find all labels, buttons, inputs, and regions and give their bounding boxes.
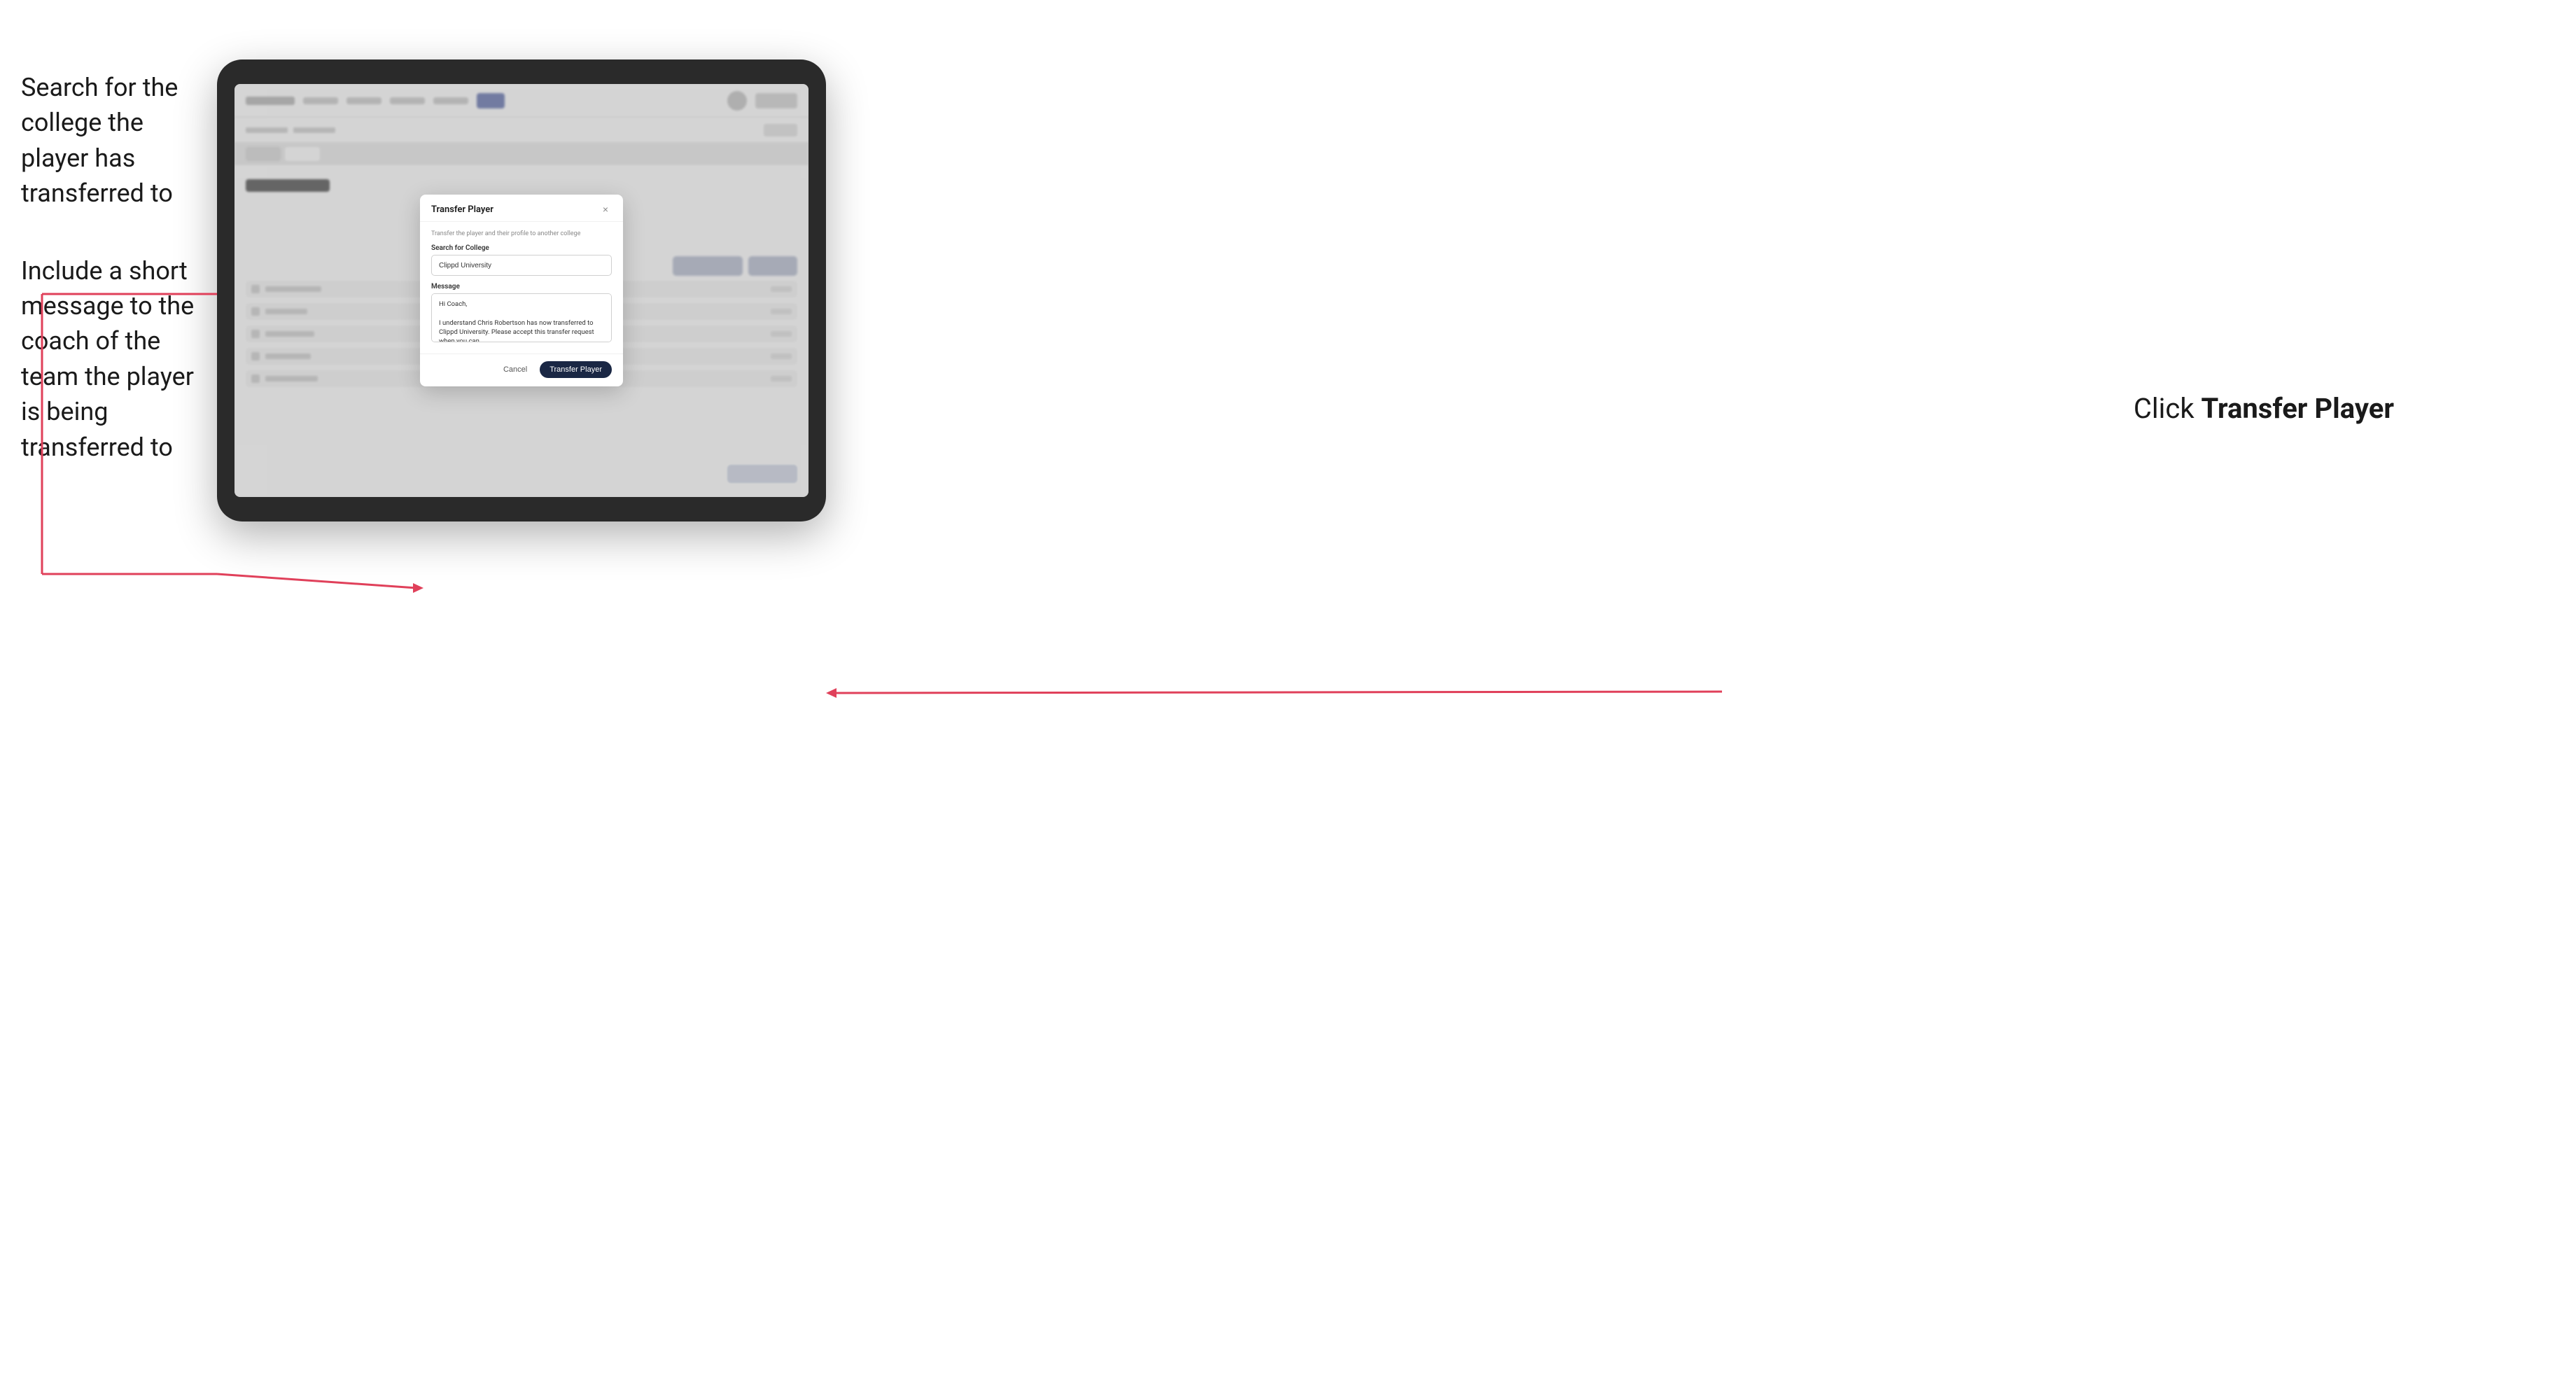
transfer-player-button[interactable]: Transfer Player bbox=[540, 361, 612, 378]
modal-header: Transfer Player × bbox=[420, 195, 623, 222]
annotation-left: Search for the college the player has tr… bbox=[21, 70, 203, 465]
modal-subtitle: Transfer the player and their profile to… bbox=[431, 230, 612, 237]
modal-close-button[interactable]: × bbox=[599, 203, 612, 216]
ipad-frame: Transfer Player × Transfer the player an… bbox=[217, 59, 826, 522]
message-textarea[interactable] bbox=[431, 293, 612, 342]
modal-title: Transfer Player bbox=[431, 204, 493, 215]
modal-overlay: Transfer Player × Transfer the player an… bbox=[234, 84, 808, 497]
annotation-search-text: Search for the college the player has tr… bbox=[21, 70, 203, 211]
search-college-input[interactable] bbox=[431, 255, 612, 276]
message-label: Message bbox=[431, 283, 612, 290]
modal-footer: Cancel Transfer Player bbox=[420, 354, 623, 386]
search-college-label: Search for College bbox=[431, 244, 612, 252]
annotation-right: Click Transfer Player bbox=[2134, 392, 2394, 425]
annotation-message-text: Include a short message to the coach of … bbox=[21, 253, 203, 465]
cancel-button[interactable]: Cancel bbox=[498, 363, 533, 377]
transfer-player-modal: Transfer Player × Transfer the player an… bbox=[420, 195, 623, 386]
annotation-click-transfer: Transfer Player bbox=[2202, 392, 2394, 425]
ipad-screen: Transfer Player × Transfer the player an… bbox=[234, 84, 808, 497]
modal-body: Transfer the player and their profile to… bbox=[420, 222, 623, 354]
